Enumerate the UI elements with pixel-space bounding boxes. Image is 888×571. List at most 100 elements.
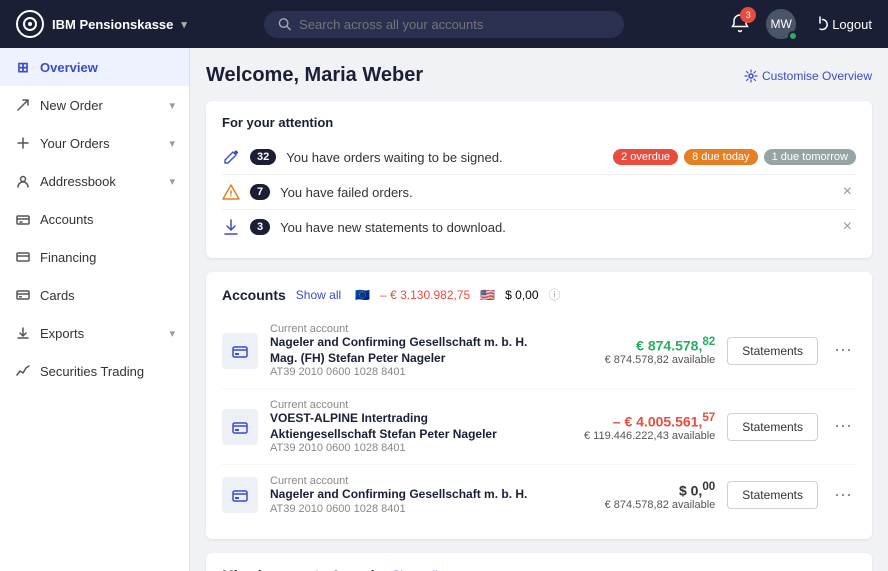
download-icon xyxy=(222,218,240,236)
accounts-title: Accounts xyxy=(222,287,286,303)
us-flag: 🇺🇸 xyxy=(480,288,495,302)
account-amounts: € 874.578,82 € 874.578,82 available xyxy=(545,335,715,366)
statements-button[interactable]: Statements xyxy=(727,413,818,441)
sidebar-item-label: Your Orders xyxy=(40,136,161,151)
overdue-tag: 2 overdue xyxy=(613,149,678,165)
top-navigation: IBM Pensionskasse ▾ 3 MW Logout xyxy=(0,0,888,48)
statements-button[interactable]: Statements xyxy=(727,337,818,365)
info-icon[interactable]: ⓘ xyxy=(549,286,561,303)
accounts-show-all-link[interactable]: Show all xyxy=(296,288,341,302)
search-icon xyxy=(278,17,291,31)
account-name: Nageler and Confirming Gesellschaft m. b… xyxy=(270,487,533,503)
sidebar-item-label: Securities Trading xyxy=(40,364,175,379)
logout-button[interactable]: Logout xyxy=(812,16,872,32)
notifications-button[interactable]: 3 xyxy=(730,13,750,36)
due-tomorrow-tag: 1 due tomorrow xyxy=(764,149,856,165)
sidebar-item-your-orders[interactable]: Your Orders ▾ xyxy=(0,124,189,162)
search-input[interactable] xyxy=(299,17,610,32)
new-order-icon xyxy=(14,96,32,114)
sidebar-item-overview[interactable]: ⊞ Overview xyxy=(0,48,189,86)
sidebar: ⊞ Overview New Order ▾ Your Orders ▾ Add… xyxy=(0,48,190,571)
account-main-amount: – € 4.005.561,57 xyxy=(545,411,715,430)
sidebar-item-exports[interactable]: Exports ▾ xyxy=(0,314,189,352)
edit-icon xyxy=(222,148,240,166)
failed-close-button[interactable]: × xyxy=(839,183,856,201)
settings-icon xyxy=(744,69,758,83)
sidebar-item-cards[interactable]: Cards xyxy=(0,276,189,314)
sidebar-item-label: Addressbook xyxy=(40,174,161,189)
power-icon xyxy=(812,16,828,32)
account-row: Current account Nageler and Confirming G… xyxy=(222,313,856,389)
usd-amount: $ 0,00 xyxy=(505,288,538,302)
account-amounts: – € 4.005.561,57 € 119.446.222,43 availa… xyxy=(545,411,715,442)
account-iban: AT39 2010 0600 1028 8401 xyxy=(270,442,533,454)
statements-count-badge: 3 xyxy=(250,219,270,235)
sidebar-item-label: Cards xyxy=(40,288,175,303)
customise-label: Customise Overview xyxy=(762,69,872,83)
account-icon xyxy=(222,333,258,369)
sidebar-item-financing[interactable]: Financing xyxy=(0,238,189,276)
account-name: VOEST-ALPINE Intertrading Aktiengesellsc… xyxy=(270,411,533,442)
sidebar-item-new-order[interactable]: New Order ▾ xyxy=(0,86,189,124)
your-orders-icon xyxy=(14,134,32,152)
logo[interactable]: IBM Pensionskasse ▾ xyxy=(16,10,187,38)
securities-trading-icon xyxy=(14,362,32,380)
sidebar-item-addressbook[interactable]: Addressbook ▾ xyxy=(0,162,189,200)
customise-overview-button[interactable]: Customise Overview xyxy=(744,69,872,83)
accounts-section: Accounts Show all 🇪🇺 – € 3.130.982,75 🇺🇸… xyxy=(206,272,872,539)
account-icon xyxy=(222,409,258,445)
overview-icon: ⊞ xyxy=(14,58,32,76)
account-info: Current account VOEST-ALPINE Intertradin… xyxy=(270,399,533,454)
account-icon xyxy=(222,477,258,513)
main-layout: ⊞ Overview New Order ▾ Your Orders ▾ Add… xyxy=(0,48,888,571)
accounts-section-header: Accounts Show all 🇪🇺 – € 3.130.982,75 🇺🇸… xyxy=(222,286,856,303)
statements-close-button[interactable]: × xyxy=(839,218,856,236)
account-info: Current account Nageler and Confirming G… xyxy=(270,323,533,378)
account-type: Current account xyxy=(270,475,533,487)
account-iban: AT39 2010 0600 1028 8401 xyxy=(270,503,533,515)
logo-dropdown-icon[interactable]: ▾ xyxy=(181,18,187,31)
warning-icon xyxy=(222,183,240,201)
account-row: Current account Nageler and Confirming G… xyxy=(222,465,856,525)
more-options-button[interactable]: ⋯ xyxy=(830,340,856,361)
account-type: Current account xyxy=(270,323,533,335)
account-available: € 874.578,82 available xyxy=(545,499,715,511)
attention-row-failed: 7 You have failed orders. × xyxy=(222,175,856,210)
topnav-right: 3 MW Logout xyxy=(730,9,872,39)
logo-text: IBM Pensionskasse xyxy=(52,17,173,32)
account-info: Current account Nageler and Confirming G… xyxy=(270,475,533,515)
accounts-icon xyxy=(14,210,32,228)
chevron-icon: ▾ xyxy=(169,327,175,340)
page-title: Welcome, Maria Weber xyxy=(206,64,423,87)
more-options-button[interactable]: ⋯ xyxy=(830,485,856,506)
welcome-header: Welcome, Maria Weber Customise Overview xyxy=(206,64,872,87)
statements-button[interactable]: Statements xyxy=(727,481,818,509)
failed-text: You have failed orders. xyxy=(280,185,829,200)
account-iban: AT39 2010 0600 1028 8401 xyxy=(270,366,533,378)
attention-title: For your attention xyxy=(222,115,856,130)
logo-icon xyxy=(16,10,44,38)
account-main-amount: $ 0,00 xyxy=(545,480,715,499)
eur-amount: – € 3.130.982,75 xyxy=(380,288,470,302)
failed-count-badge: 7 xyxy=(250,184,270,200)
currency-summary: 🇪🇺 – € 3.130.982,75 🇺🇸 $ 0,00 ⓘ xyxy=(355,286,560,303)
sign-count-badge: 32 xyxy=(250,149,276,165)
account-available: € 874.578,82 available xyxy=(545,354,715,366)
sidebar-item-accounts[interactable]: Accounts xyxy=(0,200,189,238)
sign-text: You have orders waiting to be signed. xyxy=(286,150,603,165)
search-bar[interactable] xyxy=(264,11,624,38)
user-avatar[interactable]: MW xyxy=(766,9,796,39)
sidebar-item-label: Financing xyxy=(40,250,175,265)
sidebar-item-label: New Order xyxy=(40,98,161,113)
attention-row-sign: 32 You have orders waiting to be signed.… xyxy=(222,140,856,175)
cards-icon xyxy=(14,286,32,304)
addressbook-icon xyxy=(14,172,32,190)
attention-row-statements: 3 You have new statements to download. × xyxy=(222,210,856,244)
sidebar-item-label: Overview xyxy=(40,60,175,75)
account-main-amount: € 874.578,82 xyxy=(545,335,715,354)
more-options-button[interactable]: ⋯ xyxy=(830,416,856,437)
mixed-section: Mixed accounts & cards Show all CUSTOM H… xyxy=(206,553,872,571)
sidebar-item-securities-trading[interactable]: Securities Trading xyxy=(0,352,189,390)
logout-label: Logout xyxy=(832,17,872,32)
account-name: Nageler and Confirming Gesellschaft m. b… xyxy=(270,335,533,366)
